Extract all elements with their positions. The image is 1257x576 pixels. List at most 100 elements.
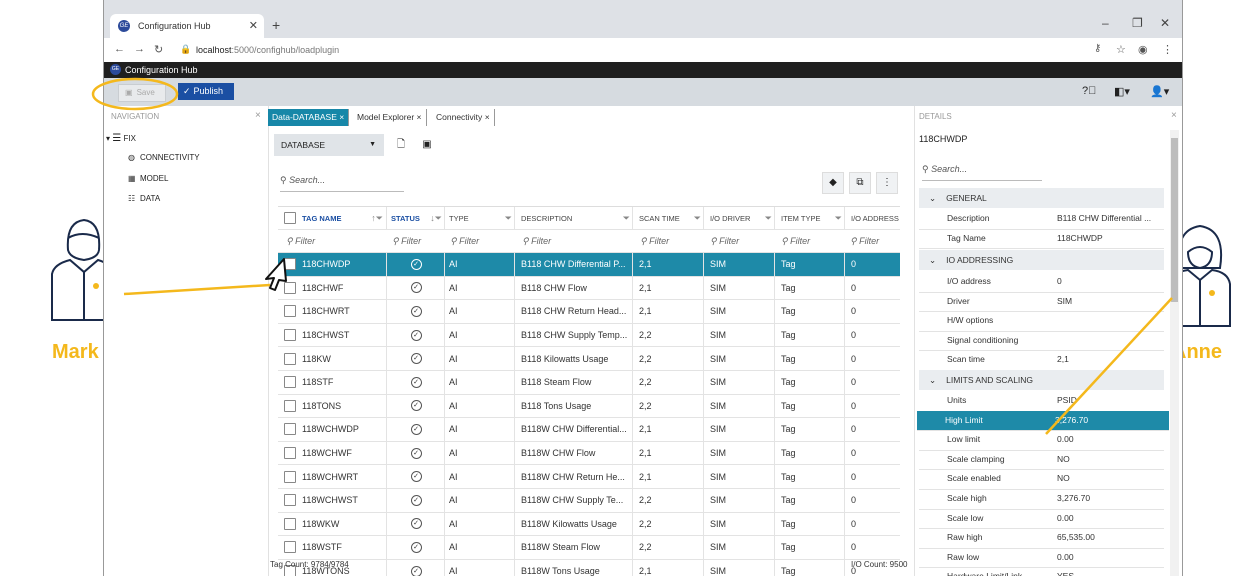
section-io-addressing[interactable]: ⌄ IO ADDRESSING [919, 250, 1164, 270]
detail-row[interactable]: Scale clamping NO [919, 450, 1164, 471]
tab-model-explorer[interactable]: Model Explorer × [353, 109, 427, 126]
detail-row[interactable]: Raw low 0.00 [919, 548, 1164, 569]
detail-row[interactable]: Description B118 CHW Differential ... [919, 209, 1164, 230]
forward-arrow-icon[interactable]: → [134, 43, 145, 55]
back-arrow-icon[interactable]: ← [114, 43, 125, 55]
detail-row[interactable]: Tag Name 118CHWDP [919, 229, 1164, 250]
row-checkbox[interactable] [284, 399, 296, 412]
table-row[interactable]: 118WCHWDP ✓ AI B118W CHW Differential... 2,1… [278, 418, 900, 442]
star-icon[interactable]: ☆ [1116, 43, 1126, 56]
filter-scan-time[interactable]: ⚲ Filter [640, 230, 703, 252]
col-description[interactable]: DESCRIPTION ⏷ [514, 207, 633, 229]
details-close-icon[interactable]: × [1171, 110, 1177, 121]
menu-kebab-icon[interactable]: ⋮ [1162, 43, 1173, 56]
row-checkbox[interactable] [284, 541, 296, 554]
filter-description[interactable]: ⚲ Filter [522, 230, 632, 252]
row-checkbox[interactable] [284, 305, 296, 318]
navigation-close-icon[interactable]: × [255, 110, 261, 121]
col-tag-name[interactable]: TAG NAME ↑⏷ [278, 207, 386, 229]
scrollbar-thumb[interactable] [1171, 138, 1178, 302]
row-checkbox[interactable] [284, 352, 296, 365]
tab-close-icon[interactable]: × [485, 112, 490, 122]
eraser-button[interactable]: ◆ [822, 172, 844, 194]
tab-connectivity[interactable]: Connectivity × [432, 109, 495, 126]
col-io-address[interactable]: I/O ADDRESS [844, 207, 901, 229]
new-tab-button[interactable]: + [272, 17, 280, 33]
filter-tag-name[interactable]: ⚲ Filter [286, 230, 384, 252]
table-row[interactable]: 118WCHWF ✓ AI B118W CHW Flow 2,1 SIM Tag 0 [278, 441, 900, 466]
nav-item-model[interactable]: ▦ MODEL [128, 174, 168, 183]
tab-close-icon[interactable]: × [417, 112, 422, 122]
database-select[interactable]: DATABASE ▼ [274, 134, 384, 156]
nav-item-data[interactable]: ☷ DATA [128, 194, 160, 203]
url-field[interactable]: localhost:5000/confighub/loadplugin [196, 45, 339, 55]
reload-icon[interactable]: ↻ [154, 43, 163, 56]
select-all-checkbox[interactable] [284, 212, 296, 224]
col-io-driver[interactable]: I/O DRIVER ⏷ [703, 207, 775, 229]
tab-data-database[interactable]: Data-DATABASE × [268, 109, 350, 126]
section-general[interactable]: ⌄ GENERAL [919, 188, 1164, 208]
filter-icon[interactable]: ⏷ [835, 213, 842, 224]
profile-icon[interactable]: ◉ [1138, 43, 1148, 56]
row-checkbox[interactable] [284, 329, 296, 342]
detail-row[interactable]: Scale enabled NO [919, 469, 1164, 490]
table-row[interactable]: 118WKW ✓ AI B118W Kilowatts Usage 2,2 SIM Tag 0 [278, 512, 900, 537]
row-checkbox[interactable] [284, 470, 296, 483]
table-row[interactable]: 118WSTF ✓ AI B118W Steam Flow 2,2 SIM Tag 0 [278, 536, 900, 560]
more-options-button[interactable]: ⋮ [876, 172, 898, 194]
row-checkbox[interactable] [284, 517, 296, 530]
row-checkbox[interactable] [284, 423, 296, 436]
grid-search-input[interactable]: ⚲ Search... [280, 169, 404, 192]
nav-item-connectivity[interactable]: ◍ CONNECTIVITY [128, 153, 200, 162]
filter-icon[interactable]: ⏷ [623, 213, 630, 224]
detail-row[interactable]: Scale low 0.00 [919, 509, 1164, 530]
table-row[interactable]: 118CHWF ✓ AI B118 CHW Flow 2,1 SIM Tag 0 [278, 276, 900, 301]
help-icon[interactable]: ?⃝ [1082, 85, 1096, 97]
save-database-button[interactable]: ▣ [417, 134, 437, 156]
copy-button[interactable]: ⧉ [849, 172, 871, 194]
table-row[interactable]: 118WTONS ✓ AI B118W Tons Usage 2,1 SIM Tag 0 [278, 559, 900, 576]
filter-type[interactable]: ⚲ Filter [450, 230, 514, 252]
sort-filter-icon[interactable]: ↓⏷ [430, 213, 442, 224]
details-search-input[interactable]: ⚲ Search... [922, 158, 1042, 181]
filter-io-address[interactable]: ⚲ Filter [850, 230, 900, 252]
maximize-button[interactable]: ❐ [1132, 16, 1143, 30]
table-row[interactable]: 118CHWDP ✓ AI B118 CHW Differential P... 2,1… [278, 253, 900, 277]
detail-row[interactable]: Raw high 65,535.00 [919, 528, 1164, 549]
row-checkbox[interactable] [284, 494, 296, 507]
detail-row[interactable]: Scale high 3,276.70 [919, 489, 1164, 510]
filter-item-type[interactable]: ⚲ Filter [781, 230, 844, 252]
tab-close-icon[interactable]: ✕ [249, 19, 258, 32]
table-row[interactable]: 118WCHWST ✓ AI B118W CHW Supply Te... 2,2 SIM… [278, 488, 900, 513]
row-checkbox[interactable] [284, 376, 296, 389]
layout-toggle-icon[interactable]: ◧▾ [1114, 85, 1130, 98]
detail-row[interactable]: Hardware Limit/Link YES [919, 567, 1164, 576]
col-status[interactable]: STATUS ↓⏷ [386, 207, 445, 229]
sort-filter-icon[interactable]: ↑⏷ [371, 213, 383, 224]
tab-close-icon[interactable]: × [339, 112, 344, 122]
table-row[interactable]: 118CHWRT ✓ AI B118 CHW Return Head... 2,1 SIM… [278, 300, 900, 324]
filter-icon[interactable]: ⏷ [765, 213, 772, 224]
col-type[interactable]: TYPE ⏷ [444, 207, 515, 229]
key-icon[interactable]: ⚷ [1094, 43, 1101, 54]
publish-button[interactable]: ✓ Publish [178, 83, 234, 100]
user-menu-icon[interactable]: 👤▾ [1150, 85, 1169, 98]
nav-root-fix[interactable]: ▾ ☰ FIX [106, 133, 136, 144]
table-row[interactable]: 118STF ✓ AI B118 Steam Flow 2,2 SIM Tag 0 [278, 370, 900, 395]
col-scan-time[interactable]: SCAN TIME ⏷ [632, 207, 704, 229]
col-item-type[interactable]: ITEM TYPE ⏷ [774, 207, 845, 229]
table-row[interactable]: 118KW ✓ AI B118 Kilowatts Usage 2,2 SIM Tag 0 [278, 347, 900, 371]
table-row[interactable]: 118TONS ✓ AI B118 Tons Usage 2,2 SIM Tag 0 [278, 394, 900, 419]
minimize-button[interactable]: – [1102, 16, 1109, 30]
new-document-button[interactable]: 🗋 [391, 134, 411, 156]
filter-status[interactable]: ⚲ Filter [392, 230, 444, 252]
table-row[interactable]: 118CHWST ✓ AI B118 CHW Supply Temp... 2,2 SIM… [278, 323, 900, 348]
browser-tab[interactable]: GE Configuration Hub ✕ [110, 14, 264, 38]
filter-icon[interactable]: ⏷ [694, 213, 701, 224]
detail-row[interactable]: I/O address 0 [919, 272, 1164, 293]
filter-io-driver[interactable]: ⚲ Filter [710, 230, 774, 252]
window-close-button[interactable]: ✕ [1160, 16, 1170, 30]
filter-icon[interactable]: ⏷ [505, 213, 512, 224]
table-row[interactable]: 118WCHWRT ✓ AI B118W CHW Return He... 2,1 SIM… [278, 465, 900, 489]
row-checkbox[interactable] [284, 447, 296, 460]
